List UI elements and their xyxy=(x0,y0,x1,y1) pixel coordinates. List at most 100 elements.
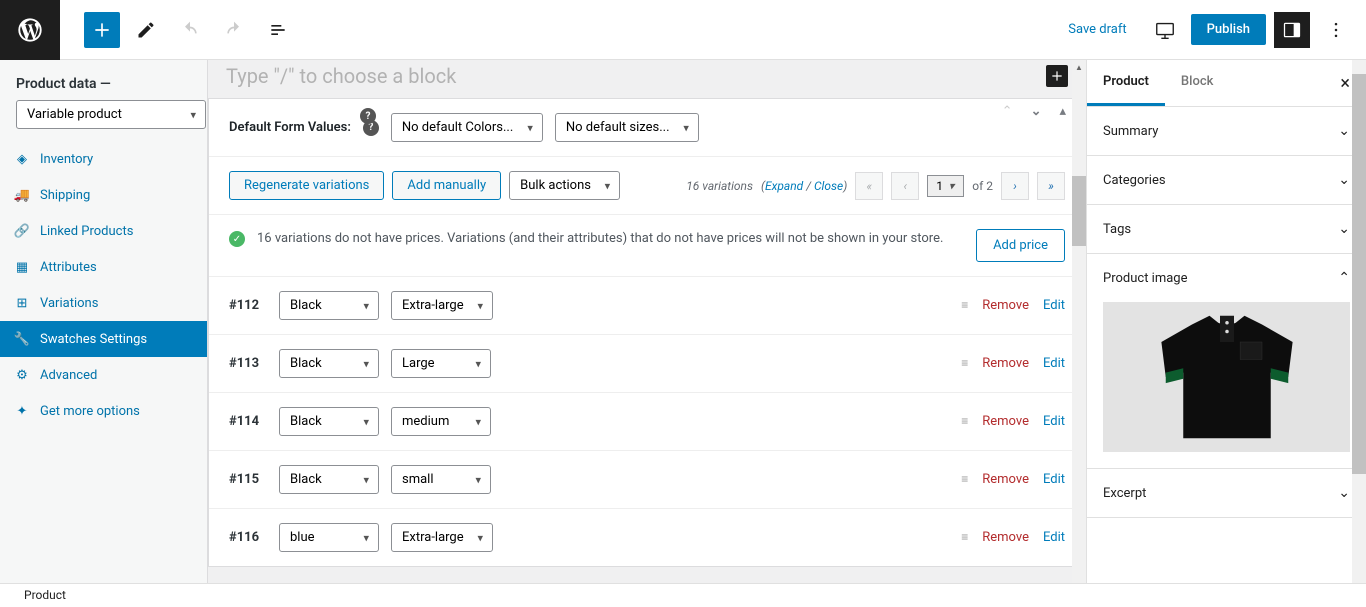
panel-collapse-toggles: ⌃ ⌄ ▴ xyxy=(1002,104,1066,119)
variation-size-select[interactable]: Large xyxy=(391,349,491,378)
pager-prev[interactable]: ‹ xyxy=(891,172,919,200)
caret-up-icon[interactable]: ▴ xyxy=(1059,104,1066,119)
sidebar-scrollbar-thumb[interactable] xyxy=(1352,74,1366,474)
page-select[interactable]: 1 xyxy=(927,175,964,197)
expand-close-wrap: (Expand / Close) xyxy=(761,179,847,193)
pager-last[interactable]: » xyxy=(1037,172,1065,200)
chevron-down-icon[interactable]: ⌄ xyxy=(1031,104,1042,119)
undo-button[interactable] xyxy=(172,12,208,48)
variation-id: #115 xyxy=(229,472,267,487)
panel-toggle-tags[interactable]: Tags ⌄ xyxy=(1087,205,1366,253)
variation-row: #115 Black small ≡ Remove Edit xyxy=(209,451,1085,509)
attributes-icon: ▦ xyxy=(14,259,30,275)
close-link[interactable]: Close xyxy=(814,179,843,193)
variation-size-select[interactable]: Extra-large xyxy=(391,291,493,320)
add-manually-button[interactable]: Add manually xyxy=(392,171,501,200)
regenerate-variations-button[interactable]: Regenerate variations xyxy=(229,171,384,200)
panel-toggle-excerpt[interactable]: Excerpt ⌄ xyxy=(1087,469,1366,517)
default-color-select[interactable]: No default Colors... xyxy=(391,113,543,142)
drag-handle-icon[interactable]: ≡ xyxy=(961,533,968,541)
remove-variation-link[interactable]: Remove xyxy=(982,356,1029,371)
panel-label: Product image xyxy=(1103,271,1188,286)
editor-toolbar: Save draft Publish xyxy=(0,0,1366,60)
variation-actions: ≡ Remove Edit xyxy=(961,472,1065,487)
drag-handle-icon[interactable]: ≡ xyxy=(961,475,968,483)
variation-color-select[interactable]: Black xyxy=(279,465,379,494)
chevron-down-icon: ⌄ xyxy=(1338,485,1350,501)
variation-actions: ≡ Remove Edit xyxy=(961,356,1065,371)
panel-excerpt: Excerpt ⌄ xyxy=(1087,469,1366,518)
variation-color-select[interactable]: blue xyxy=(279,523,379,552)
sidebar-item-shipping[interactable]: 🚚 Shipping xyxy=(0,177,207,213)
product-type-select[interactable]: Variable product xyxy=(16,100,206,129)
remove-variation-link[interactable]: Remove xyxy=(982,298,1029,313)
save-draft-button[interactable]: Save draft xyxy=(1056,22,1138,37)
tab-block[interactable]: Block xyxy=(1165,60,1229,106)
edit-variation-link[interactable]: Edit xyxy=(1043,414,1065,429)
panel-label: Summary xyxy=(1103,124,1158,139)
sidebar-item-attributes[interactable]: ▦ Attributes xyxy=(0,249,207,285)
remove-variation-link[interactable]: Remove xyxy=(982,414,1029,429)
product-data-sidebar: Product data — Variable product ◈ Invent… xyxy=(0,60,208,607)
variation-id: #113 xyxy=(229,356,267,371)
expand-link[interactable]: Expand xyxy=(765,179,803,193)
remove-variation-link[interactable]: Remove xyxy=(982,472,1029,487)
add-price-button[interactable]: Add price xyxy=(976,229,1065,262)
more-options-button[interactable] xyxy=(1318,12,1354,48)
pager-first[interactable]: « xyxy=(855,172,883,200)
variation-color-select[interactable]: Black xyxy=(279,349,379,378)
block-add-icon[interactable] xyxy=(1046,65,1068,87)
chevron-up-icon[interactable]: ⌃ xyxy=(1002,104,1013,119)
edit-variation-link[interactable]: Edit xyxy=(1043,472,1065,487)
chevron-up-icon: ⌃ xyxy=(1338,270,1350,286)
variation-color-select[interactable]: Black xyxy=(279,291,379,320)
remove-variation-link[interactable]: Remove xyxy=(982,530,1029,545)
panel-toggle-product-image[interactable]: Product image ⌃ xyxy=(1087,254,1366,302)
pager-next[interactable]: › xyxy=(1001,172,1029,200)
edit-variation-link[interactable]: Edit xyxy=(1043,530,1065,545)
sidebar-item-inventory[interactable]: ◈ Inventory xyxy=(0,141,207,177)
drag-handle-icon[interactable]: ≡ xyxy=(961,417,968,425)
panel-toggle-summary[interactable]: Summary ⌄ xyxy=(1087,107,1366,155)
scroll-up-icon[interactable]: ▲ xyxy=(1072,60,1086,74)
variation-id: #116 xyxy=(229,530,267,545)
publish-button[interactable]: Publish xyxy=(1191,14,1266,45)
sidebar-scrollbar-track[interactable] xyxy=(1352,60,1366,583)
plus-icon xyxy=(1050,69,1064,83)
variation-size-select[interactable]: Extra-large xyxy=(391,523,493,552)
wordpress-icon xyxy=(16,16,44,44)
block-hint-text: Type "/" to choose a block xyxy=(226,64,456,88)
edit-variation-link[interactable]: Edit xyxy=(1043,298,1065,313)
shipping-icon: 🚚 xyxy=(14,187,30,203)
wordpress-logo[interactable] xyxy=(0,0,60,60)
document-outline-button[interactable] xyxy=(260,12,296,48)
preview-button[interactable] xyxy=(1147,12,1183,48)
variation-actions: ≡ Remove Edit xyxy=(961,530,1065,545)
bulk-actions-select[interactable]: Bulk actions xyxy=(509,171,620,200)
variation-color-select[interactable]: Black xyxy=(279,407,379,436)
sidebar-item-advanced[interactable]: ⚙ Advanced xyxy=(0,357,207,393)
variation-size-select[interactable]: small xyxy=(391,465,491,494)
settings-sidebar-toggle[interactable] xyxy=(1274,12,1310,48)
edit-variation-link[interactable]: Edit xyxy=(1043,356,1065,371)
product-image[interactable] xyxy=(1103,302,1350,452)
sidebar-item-getmore[interactable]: ✦ Get more options xyxy=(0,393,207,429)
help-icon[interactable]: ? xyxy=(360,108,376,124)
panel-toggle-categories[interactable]: Categories ⌄ xyxy=(1087,156,1366,204)
content-scrollbar-track[interactable]: ▲ ▼ xyxy=(1072,60,1086,607)
add-block-button[interactable] xyxy=(84,12,120,48)
variation-size-select[interactable]: medium xyxy=(391,407,491,436)
edit-mode-button[interactable] xyxy=(128,12,164,48)
sidebar-item-variations[interactable]: ⊞ Variations xyxy=(0,285,207,321)
drag-handle-icon[interactable]: ≡ xyxy=(961,359,968,367)
default-size-select[interactable]: No default sizes... xyxy=(555,113,699,142)
sidebar-item-linked[interactable]: 🔗 Linked Products xyxy=(0,213,207,249)
content-scrollbar-thumb[interactable] xyxy=(1072,176,1086,246)
drag-handle-icon[interactable]: ≡ xyxy=(961,301,968,309)
sidebar-item-swatches[interactable]: 🔧 Swatches Settings xyxy=(0,321,207,357)
sidebar-item-label: Attributes xyxy=(40,260,97,275)
chevron-down-icon: ⌄ xyxy=(1338,123,1350,139)
tab-product[interactable]: Product xyxy=(1087,60,1165,106)
redo-button[interactable] xyxy=(216,12,252,48)
product-type-select-wrap: Variable product xyxy=(16,100,206,129)
